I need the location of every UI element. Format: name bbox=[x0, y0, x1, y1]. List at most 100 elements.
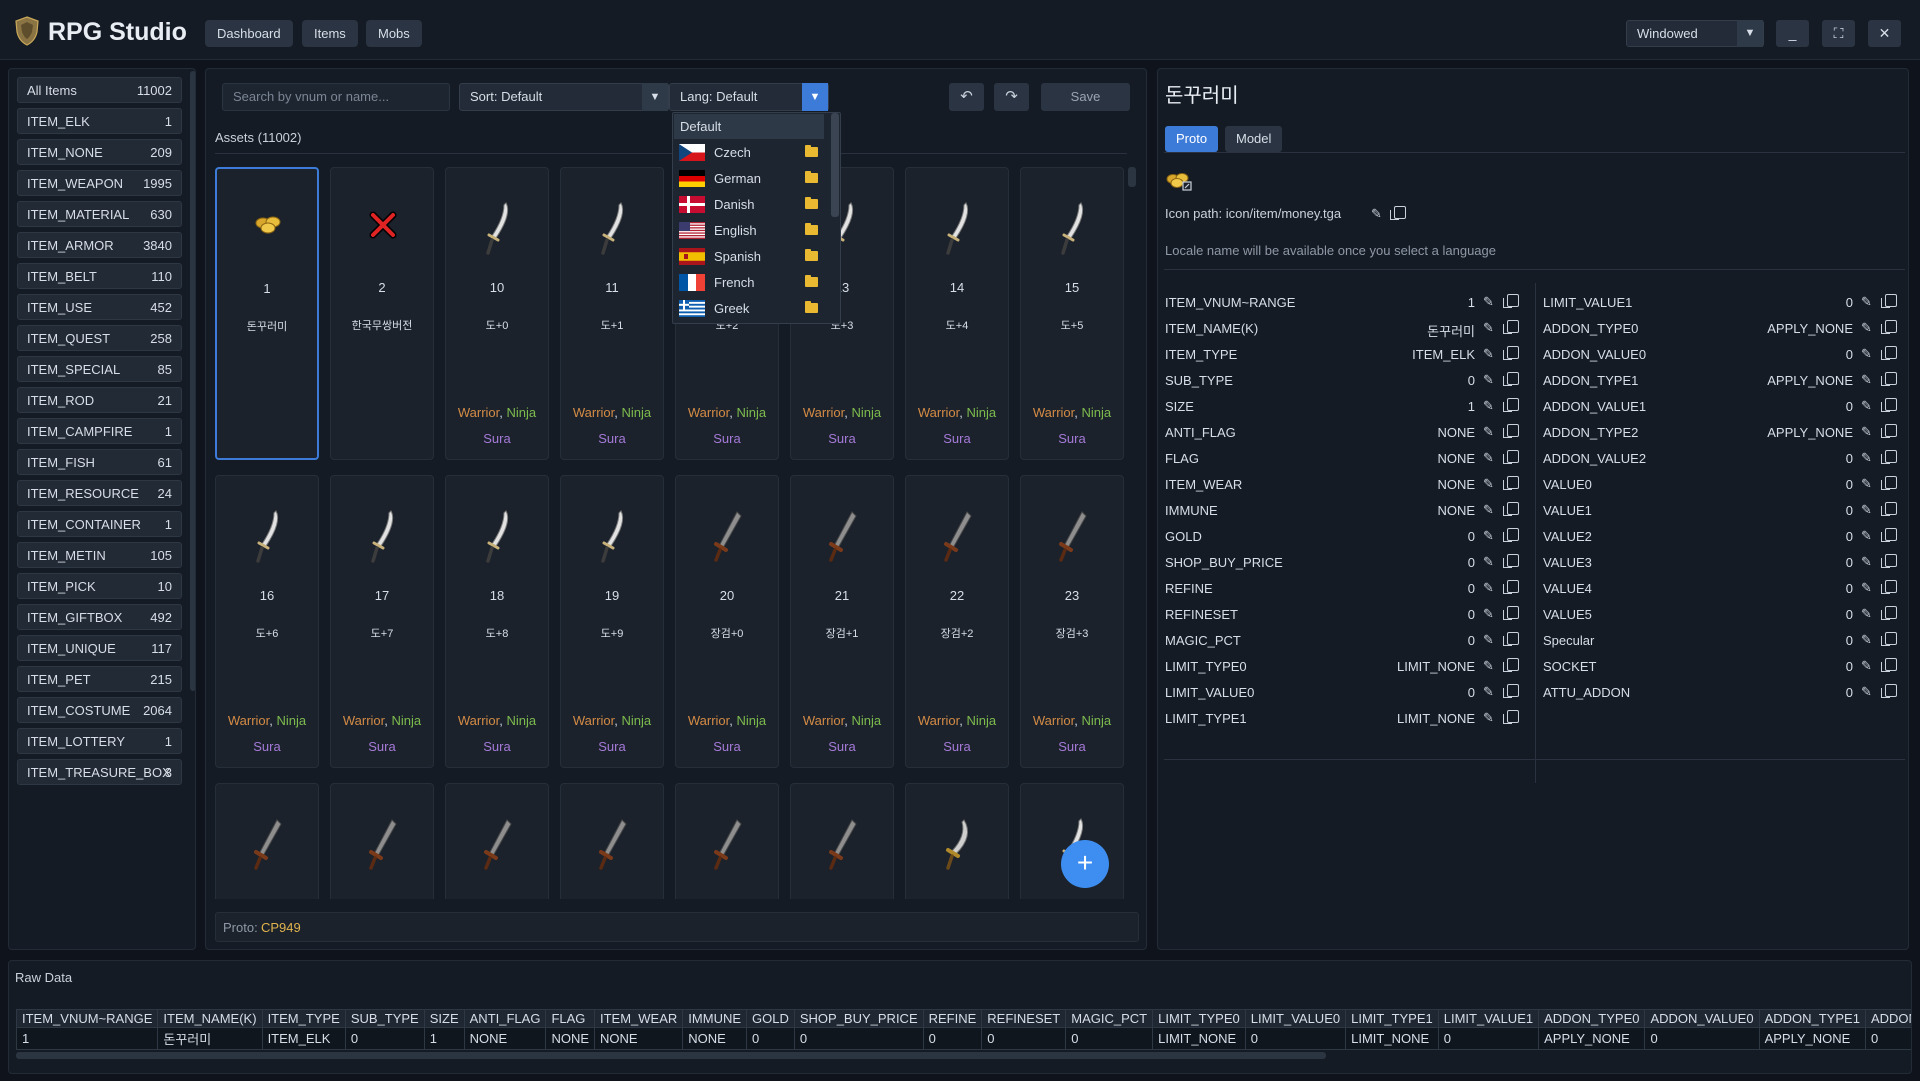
edit-icon[interactable]: ✎ bbox=[1483, 555, 1497, 569]
asset-card[interactable]: 20 장검+0 Warrior, Ninja Sura bbox=[675, 475, 779, 768]
column-header[interactable]: ANTI_FLAG bbox=[463, 1009, 547, 1028]
copy-icon[interactable] bbox=[1503, 606, 1519, 620]
tab-model[interactable]: Model bbox=[1225, 126, 1283, 152]
column-header[interactable]: REFINESET bbox=[981, 1009, 1067, 1028]
sidebar-item-item-resource[interactable]: ITEM_RESOURCE 24 bbox=[17, 480, 182, 506]
field-value[interactable]: 0 bbox=[1846, 529, 1853, 544]
asset-card[interactable]: 15 도+5 Warrior, Ninja Sura bbox=[1020, 167, 1124, 460]
edit-icon[interactable]: ✎ bbox=[1483, 581, 1497, 595]
column-header[interactable]: SUB_TYPE bbox=[344, 1009, 425, 1028]
redo-button[interactable]: ↷ bbox=[994, 83, 1029, 111]
column-header[interactable]: ITEM_NAME(K) bbox=[157, 1009, 263, 1028]
column-header[interactable]: ITEM_WEAR bbox=[593, 1009, 684, 1028]
copy-icon[interactable] bbox=[1503, 424, 1519, 438]
save-button[interactable]: Save bbox=[1041, 83, 1130, 111]
folder-icon[interactable] bbox=[805, 145, 818, 157]
edit-icon[interactable]: ✎ bbox=[1483, 399, 1497, 413]
field-value[interactable]: 1 bbox=[1468, 295, 1475, 310]
sidebar-item-item-container[interactable]: ITEM_CONTAINER 1 bbox=[17, 511, 182, 537]
copy-icon[interactable] bbox=[1881, 554, 1897, 568]
edit-icon[interactable]: ✎ bbox=[1861, 373, 1875, 387]
asset-card[interactable] bbox=[215, 783, 319, 899]
edit-icon[interactable]: ✎ bbox=[1483, 373, 1497, 387]
undo-button[interactable]: ↶ bbox=[949, 83, 984, 111]
edit-icon[interactable]: ✎ bbox=[1861, 555, 1875, 569]
sidebar-item-item-costume[interactable]: ITEM_COSTUME 2064 bbox=[17, 697, 182, 723]
copy-icon[interactable] bbox=[1503, 554, 1519, 568]
sidebar-item-item-campfire[interactable]: ITEM_CAMPFIRE 1 bbox=[17, 418, 182, 444]
window-mode-select[interactable]: Windowed ▼ bbox=[1626, 20, 1764, 47]
copy-icon[interactable] bbox=[1881, 632, 1897, 646]
copy-icon[interactable] bbox=[1881, 502, 1897, 516]
folder-icon[interactable] bbox=[805, 197, 818, 209]
add-item-button[interactable]: + bbox=[1061, 840, 1109, 888]
language-option-danish[interactable]: Danish bbox=[674, 192, 824, 217]
language-select[interactable]: Lang: Default ▼ bbox=[669, 83, 829, 111]
table-row[interactable]: 1 돈꾸러미 ITEM_ELK 0 1 NONE NONE NONE NONE 0 0 0 0 0 LIMI… bbox=[15, 1027, 1911, 1050]
column-header[interactable]: FLAG bbox=[545, 1009, 595, 1028]
minimize-button[interactable]: _ bbox=[1776, 20, 1809, 47]
folder-icon[interactable] bbox=[805, 171, 818, 183]
column-header[interactable]: REFINE bbox=[922, 1009, 983, 1028]
dropdown-scrollbar[interactable] bbox=[831, 113, 839, 217]
column-header[interactable]: ADDON_VAL bbox=[1864, 1009, 1911, 1028]
column-header[interactable]: LIMIT_TYPE1 bbox=[1345, 1009, 1439, 1028]
sidebar-item-item-quest[interactable]: ITEM_QUEST 258 bbox=[17, 325, 182, 351]
field-value[interactable]: NONE bbox=[1437, 503, 1475, 518]
copy-icon[interactable] bbox=[1881, 294, 1897, 308]
sidebar-item-item-none[interactable]: ITEM_NONE 209 bbox=[17, 139, 182, 165]
copy-icon[interactable] bbox=[1881, 320, 1897, 334]
edit-icon[interactable]: ✎ bbox=[1861, 685, 1875, 699]
copy-icon[interactable] bbox=[1881, 450, 1897, 464]
folder-icon[interactable] bbox=[805, 275, 818, 287]
column-header[interactable]: MAGIC_PCT bbox=[1065, 1009, 1154, 1028]
nav-dashboard-button[interactable]: Dashboard bbox=[205, 20, 293, 47]
sidebar-item-item-special[interactable]: ITEM_SPECIAL 85 bbox=[17, 356, 182, 382]
asset-card[interactable]: 2 한국무쌍버전 bbox=[330, 167, 434, 460]
asset-card[interactable] bbox=[445, 783, 549, 899]
field-value[interactable]: LIMIT_NONE bbox=[1397, 711, 1475, 726]
close-button[interactable]: ✕ bbox=[1868, 20, 1901, 47]
field-value[interactable]: 0 bbox=[1846, 347, 1853, 362]
field-value[interactable]: 0 bbox=[1468, 581, 1475, 596]
sidebar-item-all-items[interactable]: All Items 11002 bbox=[17, 77, 182, 103]
copy-icon[interactable] bbox=[1503, 476, 1519, 490]
edit-icon[interactable]: ✎ bbox=[1483, 659, 1497, 673]
edit-icon[interactable]: ✎ bbox=[1861, 633, 1875, 647]
column-header[interactable]: ADDON_TYPE1 bbox=[1758, 1009, 1866, 1028]
copy-icon[interactable] bbox=[1503, 320, 1519, 334]
edit-icon[interactable]: ✎ bbox=[1861, 399, 1875, 413]
sidebar-item-item-unique[interactable]: ITEM_UNIQUE 117 bbox=[17, 635, 182, 661]
asset-card[interactable]: 10 도+0 Warrior, Ninja Sura bbox=[445, 167, 549, 460]
edit-icon[interactable]: ✎ bbox=[1861, 529, 1875, 543]
field-value[interactable]: APPLY_NONE bbox=[1767, 321, 1853, 336]
asset-card[interactable]: 22 장검+2 Warrior, Ninja Sura bbox=[905, 475, 1009, 768]
copy-icon[interactable] bbox=[1881, 476, 1897, 490]
field-value[interactable]: 0 bbox=[1468, 685, 1475, 700]
copy-icon[interactable] bbox=[1881, 658, 1897, 672]
language-option-spanish[interactable]: Spanish bbox=[674, 244, 824, 269]
field-value[interactable]: ITEM_ELK bbox=[1412, 347, 1475, 362]
edit-icon[interactable]: ✎ bbox=[1861, 503, 1875, 517]
copy-icon[interactable] bbox=[1881, 684, 1897, 698]
edit-icon[interactable]: ✎ bbox=[1483, 477, 1497, 491]
field-value[interactable]: NONE bbox=[1437, 477, 1475, 492]
copy-icon[interactable] bbox=[1390, 206, 1406, 220]
copy-icon[interactable] bbox=[1881, 398, 1897, 412]
asset-card[interactable] bbox=[905, 783, 1009, 899]
asset-card[interactable]: 18 도+8 Warrior, Ninja Sura bbox=[445, 475, 549, 768]
edit-icon[interactable]: ✎ bbox=[1861, 451, 1875, 465]
field-value[interactable]: LIMIT_NONE bbox=[1397, 659, 1475, 674]
asset-card[interactable] bbox=[330, 783, 434, 899]
language-option-greek[interactable]: Greek bbox=[674, 296, 824, 321]
field-value[interactable]: 0 bbox=[1846, 295, 1853, 310]
copy-icon[interactable] bbox=[1503, 398, 1519, 412]
edit-icon[interactable]: ✎ bbox=[1483, 633, 1497, 647]
language-option-french[interactable]: French bbox=[674, 270, 824, 295]
field-value[interactable]: 0 bbox=[1846, 659, 1853, 674]
sidebar-item-item-treasure-box[interactable]: ITEM_TREASURE_BOX 3 bbox=[17, 759, 182, 785]
field-value[interactable]: 0 bbox=[1846, 555, 1853, 570]
language-option-default[interactable]: Default bbox=[674, 114, 824, 139]
copy-icon[interactable] bbox=[1503, 632, 1519, 646]
sidebar-item-item-elk[interactable]: ITEM_ELK 1 bbox=[17, 108, 182, 134]
